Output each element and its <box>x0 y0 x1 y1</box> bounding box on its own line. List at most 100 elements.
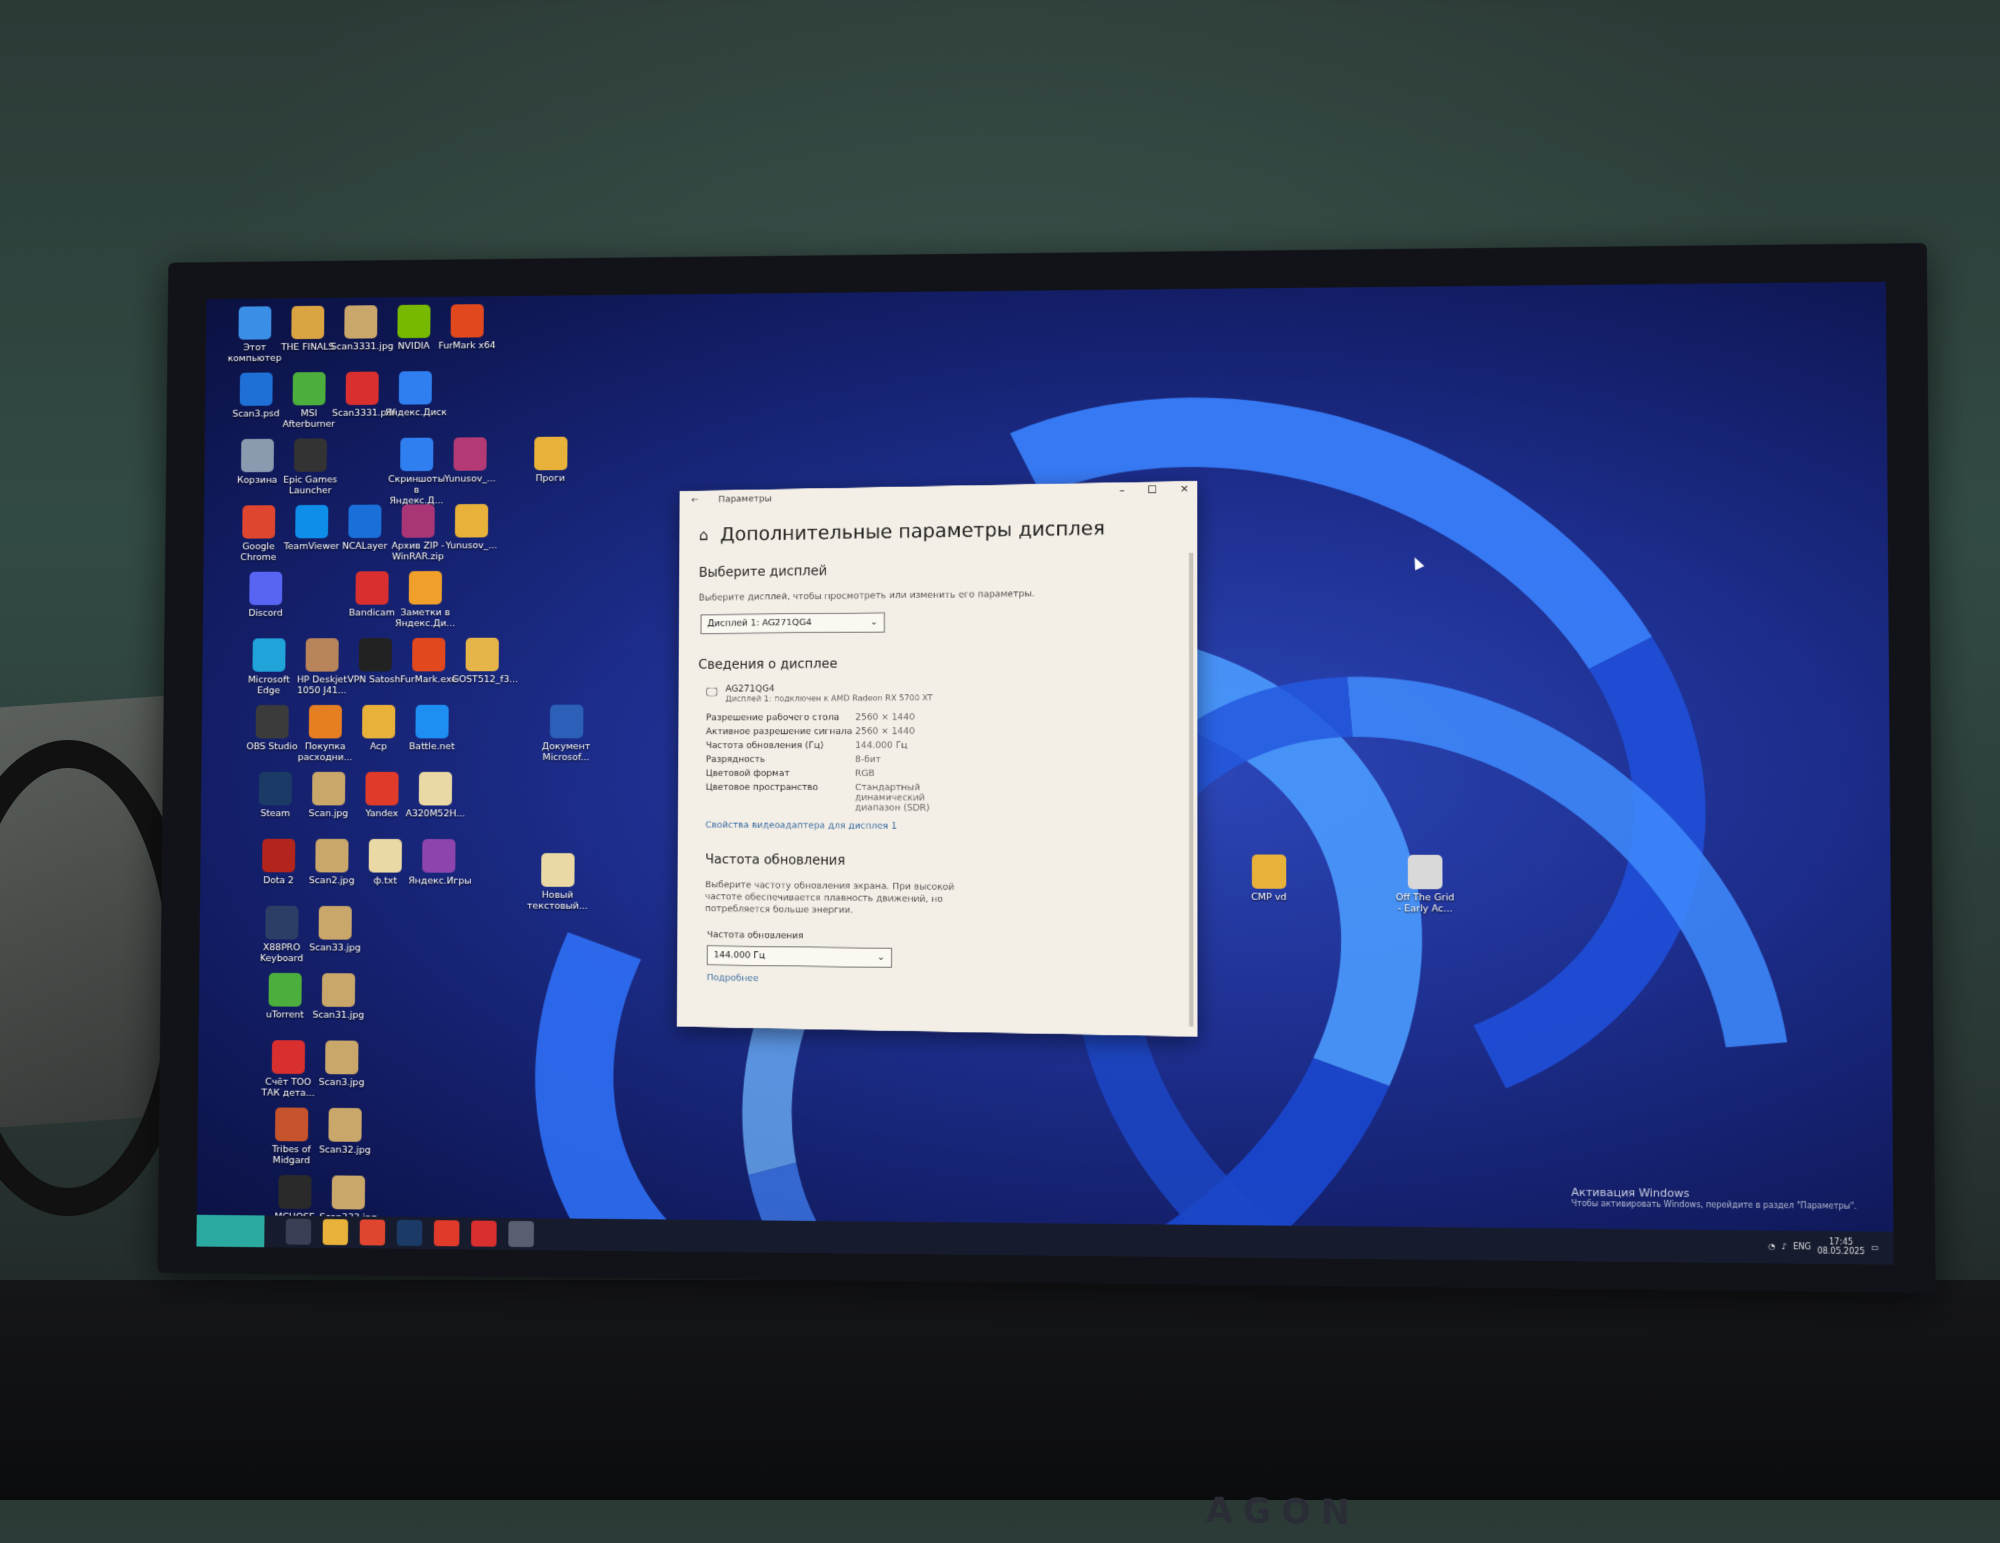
desktop-icon[interactable]: Acp <box>348 705 409 752</box>
furmark-icon[interactable] <box>471 1221 497 1247</box>
desktop-icon[interactable]: Счёт ТОО ТАК дета... <box>258 1040 319 1099</box>
desktop-icon[interactable]: Discord <box>236 572 296 619</box>
maximize-icon[interactable]: ☐ <box>1148 485 1157 496</box>
desktop-icon[interactable]: Новый текстовый... <box>527 853 588 912</box>
info-row: Разрядность 8-бит <box>706 755 1177 765</box>
desktop-icon[interactable]: Scan33.jpg <box>305 906 366 954</box>
desktop-icon[interactable]: Яндекс.Диск <box>385 371 445 418</box>
steam-icon[interactable] <box>397 1220 423 1246</box>
back-arrow-icon[interactable]: ← <box>691 496 698 506</box>
language-indicator[interactable]: ENG <box>1793 1242 1811 1251</box>
desktop-icon[interactable]: Покупка расходни... <box>295 705 356 763</box>
keyboard-icon <box>265 906 298 940</box>
desktop-icon-label: X88PRO Keyboard <box>252 942 312 964</box>
scrollbar[interactable] <box>1189 553 1193 1027</box>
desktop-icon[interactable]: Scan32.jpg <box>315 1108 376 1156</box>
notification-icon[interactable]: ▭ <box>1871 1242 1879 1251</box>
desktop-icon[interactable]: VPN Satoshi <box>345 638 405 685</box>
desktop-icon-label: Bandicam <box>342 608 402 619</box>
desktop-icon[interactable]: GOST512_f3... <box>452 638 513 685</box>
desktop-icon[interactable]: Scan.jpg <box>298 772 358 819</box>
desktop-icon[interactable]: Steam <box>245 772 305 819</box>
more-info-link[interactable]: Подробнее <box>707 973 1177 991</box>
desktop-icon[interactable]: A320M52H... <box>405 772 466 819</box>
info-row: Цветовое пространство Стандартный динамич… <box>705 783 1176 815</box>
desktop-icon[interactable]: NCALayer <box>335 505 395 552</box>
desktop-icon[interactable]: Epic Games Launcher <box>280 438 340 496</box>
display-dropdown[interactable]: Дисплей 1: AG271QG4 ⌄ <box>700 612 884 634</box>
desktop-icon[interactable]: Google Chrome <box>229 505 289 563</box>
desktop-icon[interactable]: Tribes of Midgard <box>261 1107 322 1166</box>
desktop-icon[interactable]: Скриншоты в Яндекс.Д... <box>386 438 447 507</box>
desktop-icon[interactable]: Scan31.jpg <box>308 973 369 1021</box>
wifi-icon[interactable]: ◔ <box>1768 1241 1775 1250</box>
desktop-icon[interactable]: Документ Microsof... <box>536 705 597 763</box>
desktop-icon[interactable]: CMP vd <box>1238 854 1301 903</box>
home-icon[interactable]: ⌂ <box>699 526 708 544</box>
desktop-icon[interactable]: Microsoft Edge <box>239 638 299 696</box>
furmark-icon <box>412 638 445 672</box>
chrome-icon[interactable] <box>360 1219 386 1245</box>
desktop-icon[interactable]: THE FINALS <box>278 306 338 353</box>
task-view-icon[interactable] <box>286 1219 312 1245</box>
desktop-icon[interactable]: Yunusov_... <box>441 504 502 551</box>
desktop-icon[interactable]: Scan3331.jpg <box>331 305 391 352</box>
desktop-icon[interactable]: Bandicam <box>342 571 402 618</box>
desktop-icon[interactable]: OBS Studio <box>242 705 302 752</box>
info-row: Разрешение рабочего стола 2560 × 1440 <box>706 712 1176 724</box>
refresh-rate-dropdown[interactable]: 144.000 Гц ⌄ <box>707 945 892 968</box>
desktop-icon[interactable]: MSI Afterburner <box>279 372 339 430</box>
desktop-icon[interactable]: Yandex <box>352 772 413 819</box>
desktop-icon[interactable]: Scan3.jpg <box>311 1040 372 1088</box>
adapter-properties-link[interactable]: Свойства видеоадаптера для дисплея 1 <box>705 821 1176 833</box>
desktop-icon[interactable]: Yunusov_... <box>440 437 501 484</box>
monitor-icon: 🖵 <box>706 685 717 700</box>
desktop-icon[interactable]: FurMark x64 <box>437 304 497 352</box>
desktop-icon-label: uTorrent <box>255 1009 315 1020</box>
info-key: Активное разрешение сигнала <box>706 727 855 737</box>
desktop-icon[interactable]: Корзина <box>227 439 287 486</box>
clock[interactable]: 17:45 08.05.2025 <box>1817 1237 1865 1256</box>
desktop-icon-label: NCALayer <box>335 541 395 552</box>
yandex-icon[interactable] <box>434 1220 460 1246</box>
settings-icon[interactable] <box>508 1221 534 1247</box>
chevron-down-icon: ⌄ <box>877 953 885 963</box>
desktop-icon-label: Проги <box>520 473 581 484</box>
cloud-icon <box>399 371 432 405</box>
desktop-icon[interactable]: Проги <box>520 437 581 485</box>
desktop-icon[interactable]: Off The Grid - Early Ac... <box>1393 854 1456 914</box>
desktop-icon[interactable]: Этот компьютер <box>225 306 285 364</box>
desktop-icon[interactable]: HP Deskjet 1050 J41... <box>292 638 352 696</box>
desktop-icon-label: Microsoft Edge <box>239 675 299 697</box>
close-icon[interactable]: ✕ <box>1180 484 1189 495</box>
desktop-icon[interactable]: Scan2.jpg <box>302 839 363 886</box>
desktop-icon[interactable]: uTorrent <box>255 973 316 1021</box>
volume-icon[interactable]: ♪ <box>1782 1241 1787 1250</box>
taskbar-apps <box>274 1219 534 1248</box>
desktop-icon-label: THE FINALS <box>278 342 338 353</box>
desktop-icon[interactable]: Заметки в Яндекс.Ди... <box>395 571 456 629</box>
vpn-icon <box>359 638 392 672</box>
folder-icon <box>362 705 395 739</box>
desktop-icon[interactable]: TeamViewer <box>282 505 342 552</box>
desktop-icon[interactable]: ф.txt <box>355 839 416 887</box>
settings-window: ← Параметры – ☐ ✕ ⌂ Дополнительные парам… <box>677 481 1198 1037</box>
game-icon <box>275 1107 308 1141</box>
desktop-icon[interactable]: X88PRO Keyboard <box>252 906 313 964</box>
desktop-icon-label: Yunusov_... <box>440 473 500 484</box>
start-area[interactable] <box>196 1215 264 1247</box>
battlenet-icon <box>415 705 448 739</box>
minimize-icon[interactable]: – <box>1119 485 1124 496</box>
desktop-icon[interactable]: FurMark.exe <box>398 638 459 685</box>
desktop-icon[interactable]: Яндекс.Игры <box>408 839 469 887</box>
refresh-heading: Частота обновления <box>705 853 1176 872</box>
desktop-icon[interactable]: Архив ZIP - WinRAR.zip <box>388 504 449 562</box>
desktop-icon[interactable]: NVIDIA <box>384 305 444 352</box>
desktop-icon[interactable]: Battle.net <box>402 705 463 752</box>
select-display-help: Выберите дисплей, чтобы просмотреть или … <box>699 587 1177 605</box>
desktop-icon[interactable]: Dota 2 <box>248 839 308 886</box>
folder-icon[interactable] <box>323 1219 349 1245</box>
desktop-icon[interactable]: Scan3.psd <box>226 372 286 419</box>
desktop-icon[interactable]: Scan3331.pdf <box>332 371 392 418</box>
desktop-icon-label: OBS Studio <box>242 741 302 752</box>
